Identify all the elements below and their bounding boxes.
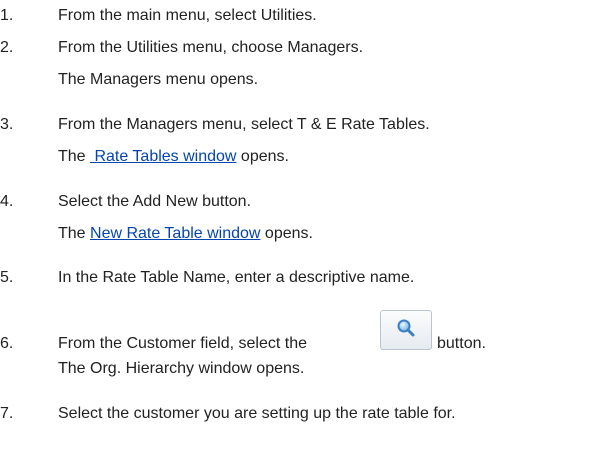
step-6-number: 6. bbox=[0, 335, 14, 352]
step-7-number: 7. bbox=[0, 405, 14, 422]
step-3-number: 3. bbox=[0, 116, 14, 133]
step-1-number: 1. bbox=[0, 7, 14, 24]
step-5-text: In the Rate Table Name, enter a descript… bbox=[58, 269, 415, 286]
step-4-result-suffix: opens. bbox=[260, 225, 313, 242]
step-3-result-prefix: The bbox=[58, 148, 91, 165]
step-5-number: 5. bbox=[0, 269, 14, 286]
step-2-text: From the Utilities menu, choose Managers… bbox=[58, 39, 364, 56]
step-1-text: From the main menu, select Utilities. bbox=[58, 7, 317, 24]
step-6-text-after: button. bbox=[437, 335, 486, 352]
step-6-result: The Org. Hierarchy window opens. bbox=[58, 360, 305, 377]
rate-tables-window-link[interactable]: Rate Tables window bbox=[94, 148, 236, 165]
search-button[interactable] bbox=[380, 310, 432, 350]
step-4-text: Select the Add New button. bbox=[58, 193, 252, 210]
step-4-number: 4. bbox=[0, 193, 14, 210]
new-rate-table-window-link[interactable]: New Rate Table window bbox=[90, 225, 260, 242]
step-3-text: From the Managers menu, select T & E Rat… bbox=[58, 116, 430, 133]
search-icon bbox=[397, 319, 415, 337]
step-2-number: 2. bbox=[0, 39, 14, 56]
step-4-result-prefix: The bbox=[58, 225, 91, 242]
step-4-result: The New Rate Table window opens. bbox=[58, 224, 313, 244]
step-3-result-suffix: opens. bbox=[236, 148, 289, 165]
step-7-text: Select the customer you are setting up t… bbox=[58, 405, 456, 422]
step-6-text-before: From the Customer field, select the bbox=[58, 335, 307, 352]
step-2-result: The Managers menu opens. bbox=[58, 71, 259, 88]
step-3-result: The Rate Tables window opens. bbox=[58, 147, 289, 167]
